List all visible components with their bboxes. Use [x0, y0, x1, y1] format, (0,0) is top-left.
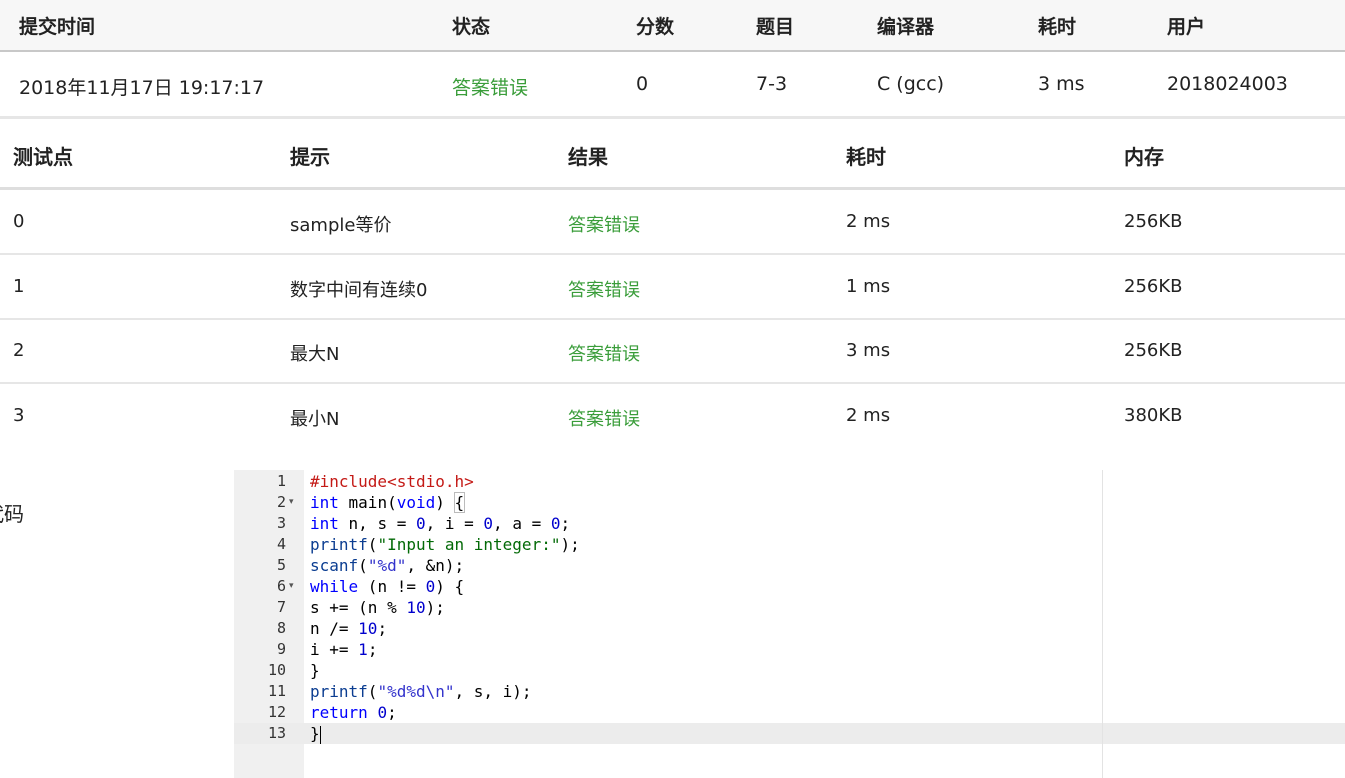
col-header-user: 用户	[1167, 16, 1206, 38]
code-line-7: s += (n % 10);	[310, 598, 445, 617]
line-number: 10	[267, 661, 286, 679]
fold-chevron-icon[interactable]: ▾	[289, 576, 299, 597]
testcase-id: 1	[13, 276, 25, 297]
line-number: 12	[267, 703, 286, 721]
token-include: #include	[310, 472, 388, 491]
line-number: 13	[267, 724, 286, 742]
testcase-header-row: 测试点 提示 结果 耗时 内存	[0, 119, 1345, 190]
token-format-dd: "%d%d\n"	[377, 682, 455, 701]
compiler-value: C (gcc)	[877, 73, 945, 95]
table-row: 2 最大N 答案错误 3 ms 256KB	[0, 319, 1345, 384]
user-link[interactable]: 2018024003	[1167, 73, 1288, 95]
line-number: 6	[276, 577, 286, 595]
table-row: 3 最小N 答案错误 2 ms 380KB	[0, 384, 1345, 447]
token-printf: printf	[310, 535, 368, 554]
line-number: 3	[276, 514, 286, 532]
code-line-8: n /= 10;	[310, 619, 388, 638]
testcase-id: 0	[13, 211, 25, 232]
active-line-highlight	[234, 723, 1345, 744]
code-line-6: while (n != 0) {	[310, 577, 465, 596]
testcase-id: 3	[13, 405, 25, 426]
col-header-testcase: 测试点	[13, 145, 73, 169]
col-header-status: 状态	[452, 16, 491, 38]
testcase-result: 答案错误	[568, 409, 640, 430]
token-return: return	[310, 703, 368, 722]
code-line-10: }	[310, 661, 320, 680]
code-line-11: printf("%d%d\n", s, i);	[310, 682, 532, 701]
code-line-3: int n, s = 0, i = 0, a = 0;	[310, 514, 571, 533]
fold-chevron-icon[interactable]: ▾	[289, 492, 299, 513]
line-number: 1	[276, 472, 286, 490]
code-line-5: scanf("%d", &n);	[310, 556, 465, 575]
code-line-13: }	[310, 724, 321, 744]
duration-value: 3 ms	[1038, 73, 1085, 95]
col-header-hint: 提示	[290, 145, 330, 169]
col-header-score: 分数	[636, 16, 675, 38]
col-header-submit-time: 提交时间	[19, 16, 96, 38]
testcase-memory: 256KB	[1124, 276, 1183, 297]
table-row: 1 数字中间有连续0 答案错误 1 ms 256KB	[0, 255, 1345, 320]
summary-data-row: 2018年11月17日 19:17:17 答案错误 0 7-3 C (gcc) …	[0, 52, 1345, 119]
code-line-2: int main(void) {	[310, 492, 466, 513]
testcase-time: 2 ms	[846, 211, 891, 232]
token-while: while	[310, 577, 359, 596]
line-number: 7	[276, 598, 286, 616]
testcase-hint: 数字中间有连续0	[290, 280, 428, 301]
testcase-hint: 最小N	[290, 409, 340, 430]
testcase-id: 2	[13, 340, 25, 361]
testcase-memory: 256KB	[1124, 340, 1183, 361]
text-cursor	[319, 725, 321, 744]
score-value: 0	[636, 73, 649, 95]
token-scanf: scanf	[310, 556, 359, 575]
line-number: 11	[267, 682, 286, 700]
col-header-time: 耗时	[846, 145, 886, 169]
line-number: 8	[276, 619, 286, 637]
table-row: 0 sample等价 答案错误 2 ms 256KB	[0, 190, 1345, 255]
code-line-12: return 0;	[310, 703, 397, 722]
line-number: 9	[276, 640, 286, 658]
code-section-label: 代码	[0, 502, 24, 526]
code-line-9: i += 1;	[310, 640, 378, 659]
token-int: int	[310, 493, 339, 512]
print-margin	[1102, 470, 1103, 778]
token-include-file: <stdio.h>	[387, 472, 474, 491]
line-number: 5	[276, 556, 286, 574]
summary-header-row: 提交时间 状态 分数 题目 编译器 耗时 用户	[0, 0, 1345, 52]
col-header-result: 结果	[568, 145, 608, 169]
testcase-time: 1 ms	[846, 276, 891, 297]
col-header-problem: 题目	[756, 16, 795, 38]
problem-link[interactable]: 7-3	[756, 73, 787, 95]
col-header-compiler: 编译器	[877, 16, 935, 38]
col-header-duration: 耗时	[1038, 16, 1077, 38]
testcase-hint: 最大N	[290, 344, 340, 365]
line-number: 2	[276, 493, 286, 511]
token-string-input: "Input an integer:"	[377, 535, 561, 554]
testcase-memory: 256KB	[1124, 211, 1183, 232]
testcase-result: 答案错误	[568, 215, 640, 236]
col-header-memory: 内存	[1124, 145, 1164, 169]
token-main: main(	[338, 493, 397, 512]
token-void: void	[396, 493, 436, 512]
testcase-result: 答案错误	[568, 280, 640, 301]
submit-time: 2018年11月17日 19:17:17	[19, 77, 265, 99]
testcase-result: 答案错误	[568, 344, 640, 365]
testcase-time: 3 ms	[846, 340, 891, 361]
line-number: 4	[276, 535, 286, 553]
token-format-d: "%d"	[367, 556, 407, 575]
testcase-time: 2 ms	[846, 405, 891, 426]
code-line-1: #include<stdio.h>	[310, 471, 474, 492]
testcase-hint: sample等价	[290, 215, 392, 236]
code-line-4: printf("Input an integer:");	[310, 535, 580, 554]
testcase-memory: 380KB	[1124, 405, 1183, 426]
status-badge: 答案错误	[452, 77, 529, 99]
